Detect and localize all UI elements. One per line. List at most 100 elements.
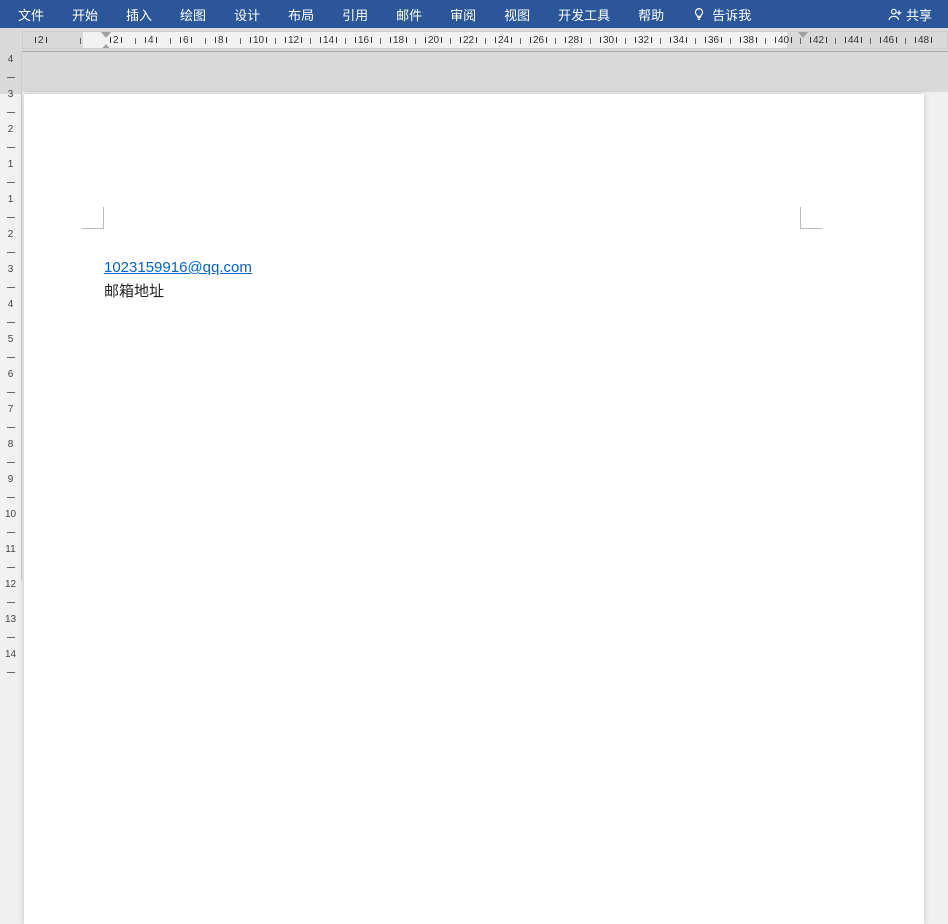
vruler-tick: 2 [0,235,21,245]
share-button[interactable]: 共享 [876,0,944,28]
hruler-minor-tick [310,38,311,44]
tab-file[interactable]: 文件 [4,0,58,28]
vruler-minor-tick [7,672,15,673]
vruler-tick: 1 [0,165,21,175]
vruler-tick: 3 [0,270,21,280]
hruler-tick: 14 [318,35,339,46]
hruler-minor-tick [345,38,346,44]
hruler-minor-tick [170,38,171,44]
document-workspace: 43211234567891011121314 1023159916@qq.co… [0,52,948,580]
hruler-tick: 12 [283,35,304,46]
vruler-tick: 3 [0,95,21,105]
vruler-tick: 4 [0,305,21,315]
email-hyperlink[interactable]: 1023159916@qq.com [104,259,252,276]
document-content[interactable]: 1023159916@qq.com 邮箱地址 [104,256,798,304]
tab-design[interactable]: 设计 [220,0,274,28]
vruler-minor-tick [7,217,15,218]
tell-me-button[interactable]: 告诉我 [678,0,765,28]
margin-corner-tl [82,207,104,229]
vruler-minor-tick [7,392,15,393]
hruler-minor-tick [590,38,591,44]
vruler-minor-tick [7,497,15,498]
tab-draw[interactable]: 绘图 [166,0,220,28]
hruler-minor-tick [380,38,381,44]
hruler-minor-tick [555,38,556,44]
hruler-minor-tick [80,38,81,44]
vruler-minor-tick [7,287,15,288]
hruler-tick: 20 [423,35,444,46]
hruler-tick: 46 [878,35,899,46]
hruler-minor-tick [275,38,276,44]
hruler-minor-tick [730,38,731,44]
horizontal-ruler-container: 2246810121416182022242628303234363840424… [0,28,948,52]
vruler-tick: 4 [0,60,21,70]
vruler-minor-tick [7,357,15,358]
tab-insert[interactable]: 插入 [112,0,166,28]
hruler-minor-tick [905,38,906,44]
vruler-tick: 9 [0,480,21,490]
hruler-tick: 2 [33,35,49,46]
hruler-tick: 6 [178,35,194,46]
vruler-tick: 7 [0,410,21,420]
hanging-indent-marker[interactable] [101,44,111,49]
vruler-tick: 5 [0,340,21,350]
hruler-tick: 8 [213,35,229,46]
hruler-tick: 16 [353,35,374,46]
hruler-tick: 42 [808,35,829,46]
hruler-minor-tick [415,38,416,44]
hruler-tick: 44 [843,35,864,46]
tab-review[interactable]: 审阅 [436,0,490,28]
vruler-tick: 8 [0,445,21,455]
hruler-tick: 40 [773,35,794,46]
vruler-tick: 13 [0,620,21,630]
vruler-tick: 12 [0,585,21,595]
body-text-line2: 邮箱地址 [104,283,164,300]
lightbulb-icon [692,7,706,21]
hruler-minor-tick [765,38,766,44]
ribbon-tabs-bar: 文件 开始 插入 绘图 设计 布局 引用 邮件 审阅 视图 开发工具 帮助 告诉… [0,0,948,28]
workspace-gray-top [22,52,948,92]
horizontal-ruler[interactable]: 2246810121416182022242628303234363840424… [22,31,948,49]
share-label: 共享 [906,5,932,24]
margin-corner-tr [800,207,822,229]
tab-mailings[interactable]: 邮件 [382,0,436,28]
tab-home[interactable]: 开始 [58,0,112,28]
hruler-tick: 36 [703,35,724,46]
vruler-minor-tick [7,427,15,428]
hruler-minor-tick [240,38,241,44]
vruler-minor-tick [7,532,15,533]
vruler-minor-tick [7,322,15,323]
right-indent-marker[interactable] [798,32,808,38]
vruler-tick: 14 [0,655,21,665]
hruler-minor-tick [870,38,871,44]
first-line-indent-marker[interactable] [101,32,111,38]
vruler-tick: 11 [0,550,21,560]
tab-layout[interactable]: 布局 [274,0,328,28]
hruler-minor-tick [835,38,836,44]
hruler-minor-tick [520,38,521,44]
tab-references[interactable]: 引用 [328,0,382,28]
hruler-minor-tick [135,38,136,44]
tab-developer[interactable]: 开发工具 [544,0,624,28]
document-page[interactable]: 1023159916@qq.com 邮箱地址 [24,94,924,924]
vruler-minor-tick [7,567,15,568]
hruler-tick: 18 [388,35,409,46]
vruler-minor-tick [7,182,15,183]
vruler-minor-tick [7,602,15,603]
tab-help[interactable]: 帮助 [624,0,678,28]
hruler-minor-tick [695,38,696,44]
hruler-tick: 22 [458,35,479,46]
vruler-minor-tick [7,252,15,253]
vruler-tick: 6 [0,375,21,385]
hruler-tick: 48 [913,35,934,46]
hruler-tick: 26 [528,35,549,46]
hruler-minor-tick [625,38,626,44]
vruler-tick: 10 [0,515,21,525]
tab-view[interactable]: 视图 [490,0,544,28]
ruler-corner [0,28,22,52]
vruler-minor-tick [7,462,15,463]
tell-me-label: 告诉我 [712,5,751,24]
vertical-ruler[interactable]: 43211234567891011121314 [0,52,22,580]
vruler-tick: 1 [0,200,21,210]
hruler-minor-tick [485,38,486,44]
